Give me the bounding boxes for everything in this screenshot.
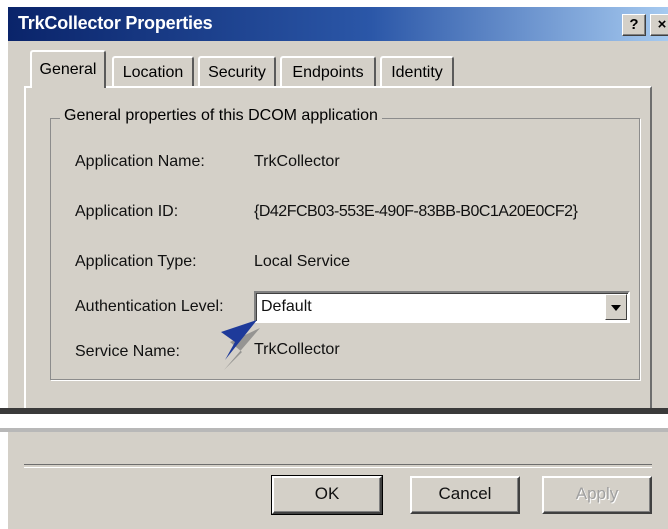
dropdown-arrow-icon	[611, 305, 621, 311]
close-button[interactable]: ×	[650, 14, 668, 36]
dropdown-button[interactable]	[605, 294, 627, 320]
authentication-level-combobox[interactable]: Default	[254, 291, 630, 323]
application-id-value: {D42FCB03-553E-490F-83BB-B0C1A20E0CF2}	[254, 203, 578, 220]
application-id-label: Application ID:	[75, 203, 179, 220]
dialog-screenshot: TrkCollector Properties ? × General Loca…	[0, 0, 668, 529]
service-name-label: Service Name:	[75, 343, 180, 360]
group-title: General properties of this DCOM applicat…	[60, 107, 382, 125]
torn-edge-bottom	[0, 428, 668, 432]
tab-security[interactable]: Security	[198, 56, 276, 86]
application-type-value: Local Service	[254, 253, 351, 270]
authentication-level-value: Default	[261, 298, 312, 315]
cancel-button[interactable]: Cancel	[410, 476, 520, 514]
tab-endpoints[interactable]: Endpoints	[280, 56, 376, 86]
torn-gap	[0, 414, 668, 428]
ok-button[interactable]: OK	[271, 475, 383, 515]
apply-button[interactable]: Apply	[542, 476, 652, 514]
title-bar[interactable]: TrkCollector Properties ? ×	[8, 7, 668, 41]
application-name-label: Application Name:	[75, 153, 205, 170]
pointer-arrow-icon	[221, 320, 260, 370]
tab-general[interactable]: General	[30, 50, 106, 88]
window-title: TrkCollector Properties	[18, 13, 213, 33]
help-button[interactable]: ?	[622, 14, 646, 36]
tab-page-bottom-edge	[24, 464, 652, 468]
tab-location[interactable]: Location	[112, 56, 194, 86]
application-type-label: Application Type:	[75, 253, 197, 270]
authentication-level-label: Authentication Level:	[75, 298, 224, 315]
service-name-value: TrkCollector	[254, 341, 340, 358]
tab-identity[interactable]: Identity	[380, 56, 454, 86]
application-name-value: TrkCollector	[254, 153, 340, 170]
